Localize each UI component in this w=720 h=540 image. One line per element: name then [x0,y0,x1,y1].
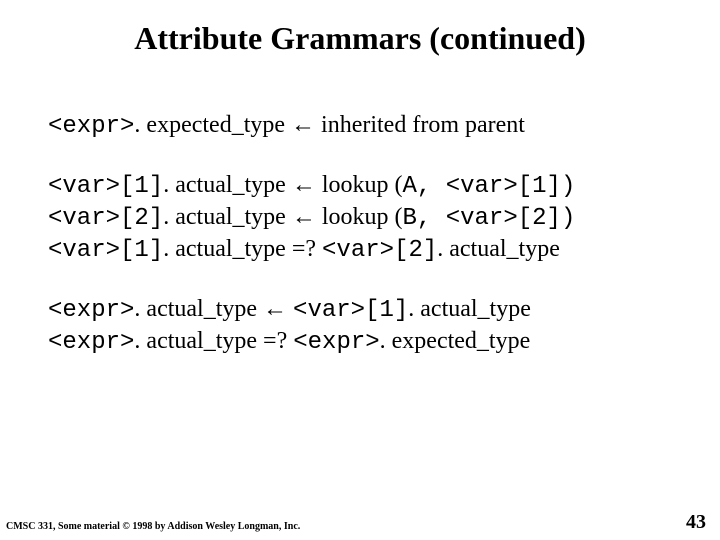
slide: Attribute Grammars (continued) <expr>. e… [0,0,720,540]
page-title: Attribute Grammars (continued) [0,20,720,57]
text: . actual_type [163,204,292,230]
code: <var>[2] [48,205,163,232]
text: inherited from parent [315,112,525,138]
text: . actual_type [134,296,263,322]
page-number: 43 [686,511,706,534]
footer-copyright: CMSC 331, Some material © 1998 by Addiso… [6,521,300,532]
code: <var>[2] [322,237,437,264]
block-2: <var>[1]. actual_type ← lookup (A, <var>… [48,170,680,266]
code: A, <var>[1]) [403,173,576,200]
arrow-icon: ← [292,172,316,198]
code: <expr> [48,329,134,356]
slide-body: <expr>. expected_type ← inherited from p… [48,110,680,386]
text: . actual_type =? [134,328,293,354]
code: <expr> [48,297,134,324]
text: . actual_type [437,236,560,262]
text: . actual_type [163,172,292,198]
arrow-icon: ← [263,296,287,322]
rule-line: <var>[2]. actual_type ← lookup (B, <var>… [48,202,680,234]
arrow-icon: ← [291,112,315,138]
text: . expected_type [380,328,531,354]
text: lookup ( [316,172,403,198]
code: <var>[1] [48,237,163,264]
text: . expected_type [134,112,291,138]
rule-line: <expr>. actual_type =? <expr>. expected_… [48,326,680,358]
rule-line: <var>[1]. actual_type ← lookup (A, <var>… [48,170,680,202]
block-3: <expr>. actual_type ← <var>[1]. actual_t… [48,294,680,358]
arrow-icon: ← [292,204,316,230]
text: . actual_type =? [163,236,322,262]
block-1: <expr>. expected_type ← inherited from p… [48,110,680,142]
rule-line: <expr>. expected_type ← inherited from p… [48,110,680,142]
text: lookup ( [316,204,403,230]
code: <var>[1] [293,297,408,324]
code: <expr> [48,113,134,140]
rule-line: <expr>. actual_type ← <var>[1]. actual_t… [48,294,680,326]
rule-line: <var>[1]. actual_type =? <var>[2]. actua… [48,234,680,266]
code: <expr> [293,329,379,356]
text: . actual_type [408,296,531,322]
code: B, <var>[2]) [403,205,576,232]
code: <var>[1] [48,173,163,200]
